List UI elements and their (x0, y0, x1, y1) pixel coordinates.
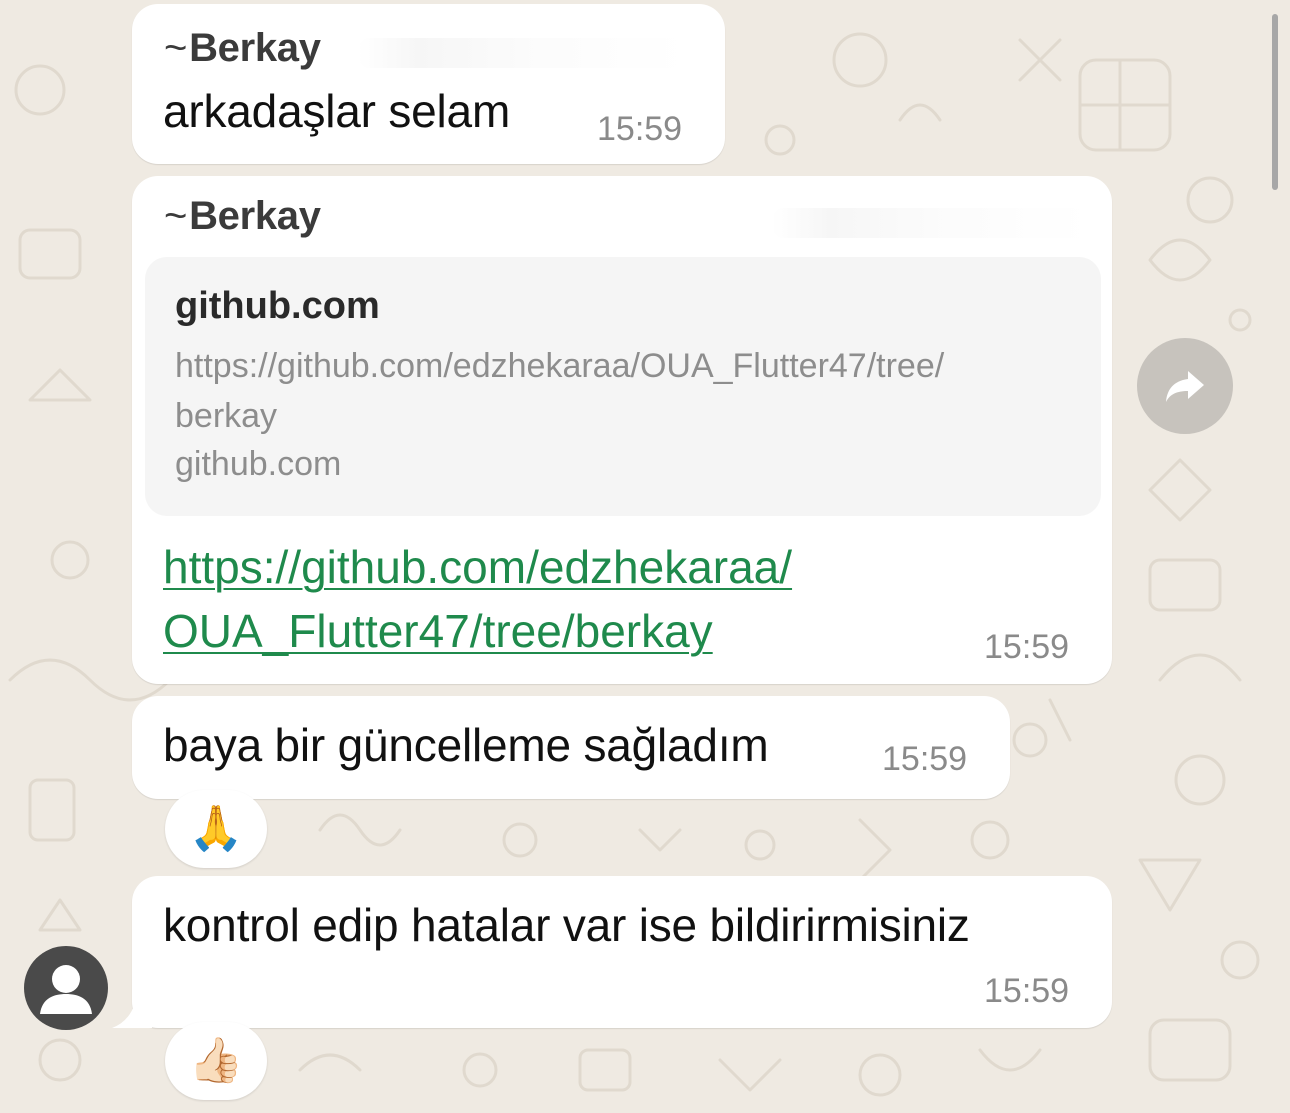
message-time: 15:59 (882, 740, 968, 778)
message-link[interactable]: https://github.com/edzhekaraa/ OUA_Flutt… (163, 535, 792, 663)
forward-button[interactable] (1137, 338, 1233, 434)
reaction-badge[interactable]: 👍🏻 (165, 1022, 267, 1100)
link-line-1: https://github.com/edzhekaraa/ (163, 541, 793, 593)
message-time: 15:59 (597, 110, 683, 148)
bubble-tail (112, 990, 152, 1028)
default-person-icon (40, 965, 92, 1014)
sender-name[interactable]: ~Berkay (164, 194, 321, 239)
sender-avatar[interactable] (24, 946, 108, 1030)
scrollbar[interactable] (1272, 14, 1278, 190)
message-text: baya bir güncelleme sağladım (163, 719, 769, 771)
link-line-2: OUA_Flutter47/tree/berkay (163, 605, 713, 657)
message-time: 15:59 (984, 628, 1070, 666)
link-preview-card[interactable]: github.com https://github.com/edzhekaraa… (145, 257, 1101, 516)
sender-name[interactable]: ~Berkay (164, 26, 321, 71)
forward-icon (1166, 371, 1204, 402)
preview-domain: github.com (175, 445, 342, 483)
reaction-badge[interactable]: 🙏 (165, 790, 267, 868)
redacted-phone (358, 38, 688, 68)
message-bubble-3[interactable]: baya bir güncelleme sağladım 15:59 (132, 696, 1010, 799)
preview-title: github.com (175, 285, 380, 327)
message-text: arkadaşlar selam (163, 85, 511, 137)
message-time: 15:59 (984, 972, 1070, 1010)
preview-description: https://github.com/edzhekaraa/OUA_Flutte… (175, 347, 945, 435)
message-text: kontrol edip hatalar var ise bildirirmis… (163, 899, 970, 951)
message-bubble-4[interactable]: kontrol edip hatalar var ise bildirirmis… (132, 876, 1112, 1028)
redacted-phone (772, 208, 1092, 238)
message-bubble-1[interactable]: ~Berkay arkadaşlar selam 15:59 (132, 4, 725, 164)
thumbs-up-emoji: 👍🏻 (188, 1036, 244, 1085)
pray-emoji: 🙏 (188, 804, 244, 853)
